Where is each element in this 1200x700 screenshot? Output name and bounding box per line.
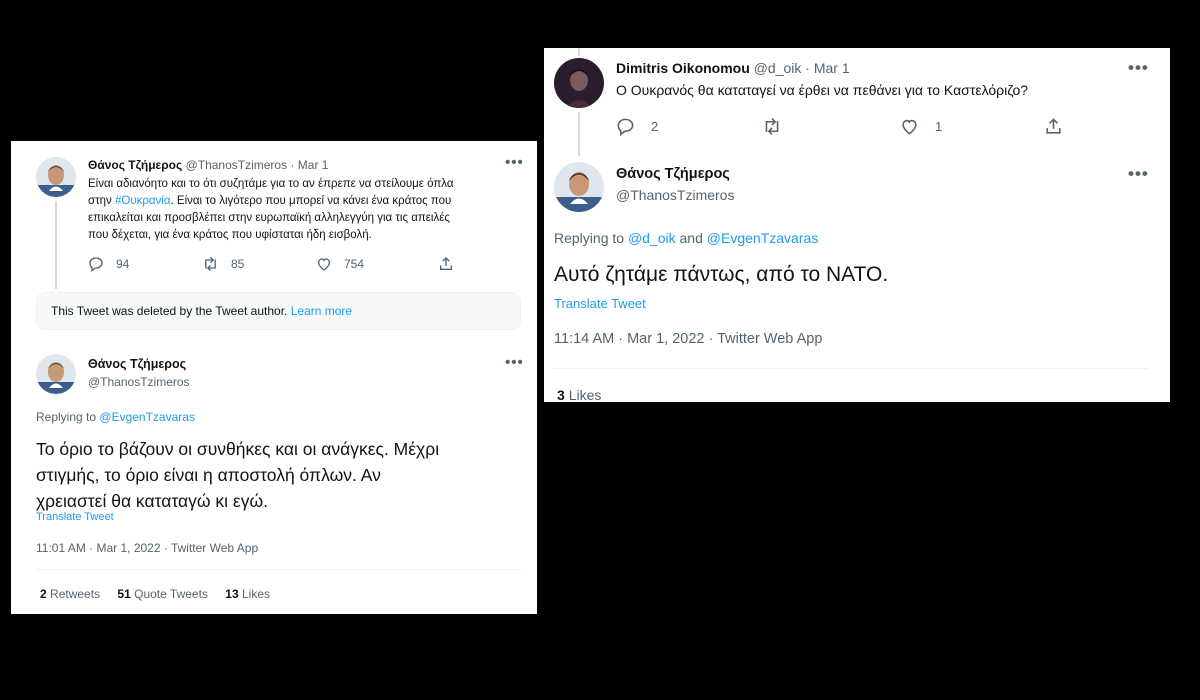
mention-link[interactable]: @EvgenTzavaras <box>707 230 818 246</box>
mention-link[interactable]: @EvgenTzavaras <box>99 410 195 424</box>
author-name[interactable]: Dimitris Oikonomou <box>616 60 750 76</box>
likes-label: Likes <box>241 587 270 601</box>
text-fragment: . Είναι το λιγότερο που μπορεί να κάνει … <box>170 195 452 207</box>
left-screenshot-card: Θάνος Τζήμερος @ThanosTzimeros · Mar 1 •… <box>11 141 537 614</box>
separator-dot: · <box>290 158 295 172</box>
avatar[interactable] <box>554 58 604 108</box>
mention-link[interactable]: @d_oik <box>628 230 676 246</box>
separator-dot: · <box>805 60 810 76</box>
author-handle[interactable]: @d_oik <box>754 60 802 76</box>
replying-to: Replying to @EvgenTzavaras <box>36 410 195 424</box>
learn-more-link[interactable]: Learn more <box>291 304 352 318</box>
likes-count: 13 <box>225 587 239 601</box>
tweet-timestamp[interactable]: 11:01 AM · Mar 1, 2022 · Twitter Web App <box>36 541 258 555</box>
divider <box>36 569 522 570</box>
author-handle[interactable]: @ThanosTzimeros <box>186 158 288 172</box>
tweet-text: Αυτό ζητάμε πάντως, από το ΝΑΤΟ. <box>554 263 889 286</box>
tweet-text-line: στην #Ουκρανία. Είναι το λιγότερο που μπ… <box>88 193 453 210</box>
tweet-text-line: επικαλείται και προσβλέπει στην ευρωπαϊκ… <box>88 212 450 224</box>
tweet-text-line: στιγμής, το όριο είναι η αποστολή όπλων.… <box>36 465 381 485</box>
like-count: 754 <box>344 257 365 271</box>
more-icon[interactable]: ••• <box>505 354 524 371</box>
replying-prefix: Replying to <box>36 410 97 424</box>
quote-tweets-stat[interactable]: 51 Quote Tweets <box>117 587 208 601</box>
retweet-count: 85 <box>231 257 245 271</box>
reply-icon <box>617 118 634 136</box>
tweet-header: Θάνος Τζήμερος @ThanosTzimeros · Mar 1 <box>88 158 328 172</box>
share-icon <box>1046 118 1061 134</box>
tweet-text-line: Το όριο το βάζουν οι συνθήκες και οι ανά… <box>36 439 440 459</box>
tweet-timestamp[interactable]: 11:14 AM · Mar 1, 2022 · Twitter Web App <box>554 331 822 347</box>
deleted-tweet-notice: This Tweet was deleted by the Tweet auth… <box>36 292 521 330</box>
like-button[interactable]: 1 <box>900 117 942 136</box>
replying-to: Replying to @d_oik and @EvgenTzavaras <box>554 230 818 246</box>
author-name[interactable]: Θάνος Τζήμερος <box>88 158 182 172</box>
translate-tweet-link[interactable]: Translate Tweet <box>36 511 114 523</box>
like-count: 1 <box>935 119 943 134</box>
like-icon <box>902 119 917 135</box>
tweet-date[interactable]: Mar 1 <box>814 60 850 76</box>
thread-line <box>578 112 580 156</box>
tweet-text: Το όριο το βάζουν οι συνθήκες και οι ανά… <box>36 436 439 514</box>
retweet-icon <box>765 118 779 135</box>
reply-button[interactable]: 2 <box>616 117 658 136</box>
author-name[interactable]: Θάνος Τζήμερος <box>616 166 730 182</box>
quotes-count: 51 <box>117 587 131 601</box>
retweet-icon <box>205 256 216 272</box>
tweet-date[interactable]: Mar 1 <box>298 158 329 172</box>
author-name[interactable]: Θάνος Τζήμερος <box>88 357 186 371</box>
likes-stat[interactable]: 3 Likes <box>557 387 601 402</box>
translate-tweet-link[interactable]: Translate Tweet <box>554 296 646 311</box>
right-screenshot-card: Dimitris Oikonomou @d_oik · Mar 1 ••• Ο … <box>544 48 1170 402</box>
avatar[interactable] <box>36 157 76 197</box>
likes-label: Likes <box>568 387 602 402</box>
tweet-text: Ο Ουκρανός θα καταταγεί να έρθει να πεθά… <box>616 82 1029 98</box>
replying-and: and <box>679 230 703 246</box>
likes-count: 3 <box>557 387 565 402</box>
engagement-stats: 2 Retweets 51 Quote Tweets 13 Likes <box>40 587 270 601</box>
hashtag-link[interactable]: #Ουκρανία <box>115 195 171 207</box>
retweets-stat[interactable]: 2 Retweets <box>40 587 100 601</box>
tweet-text-line: που δέχεται, για ένα κράτος που υφίστατα… <box>88 229 372 241</box>
replying-prefix: Replying to <box>554 230 625 246</box>
more-icon[interactable]: ••• <box>1128 58 1149 78</box>
reply-button[interactable]: 94 <box>88 256 129 272</box>
more-icon[interactable]: ••• <box>505 154 524 171</box>
avatar[interactable] <box>554 162 604 212</box>
thread-line <box>578 48 580 56</box>
reply-count: 94 <box>116 257 130 271</box>
divider <box>554 368 1148 369</box>
like-button[interactable]: 754 <box>316 256 364 272</box>
deleted-text: This Tweet was deleted by the Tweet auth… <box>51 304 288 318</box>
share-button[interactable] <box>1044 117 1063 136</box>
retweet-button[interactable] <box>762 117 782 136</box>
text-fragment: στην <box>88 195 115 207</box>
share-icon <box>440 257 452 270</box>
retweets-label: Retweets <box>50 587 101 601</box>
tweet-header: Dimitris Oikonomou @d_oik · Mar 1 <box>616 60 850 76</box>
thread-line <box>55 201 57 289</box>
more-icon[interactable]: ••• <box>1128 164 1149 184</box>
reply-count: 2 <box>651 119 659 134</box>
reply-icon <box>89 257 103 272</box>
avatar[interactable] <box>36 354 76 394</box>
author-handle[interactable]: @ThanosTzimeros <box>88 375 190 389</box>
author-handle[interactable]: @ThanosTzimeros <box>616 187 734 203</box>
quotes-label: Quote Tweets <box>134 587 208 601</box>
retweets-count: 2 <box>40 587 47 601</box>
retweet-button[interactable]: 85 <box>202 256 244 272</box>
share-button[interactable] <box>438 256 454 272</box>
likes-stat[interactable]: 13 Likes <box>225 587 270 601</box>
tweet-text-line: Είναι αδιανόητο και το ότι συζητάμε για … <box>88 178 454 190</box>
like-icon <box>317 258 331 271</box>
tweet-text: Είναι αδιανόητο και το ότι συζητάμε για … <box>88 176 453 244</box>
